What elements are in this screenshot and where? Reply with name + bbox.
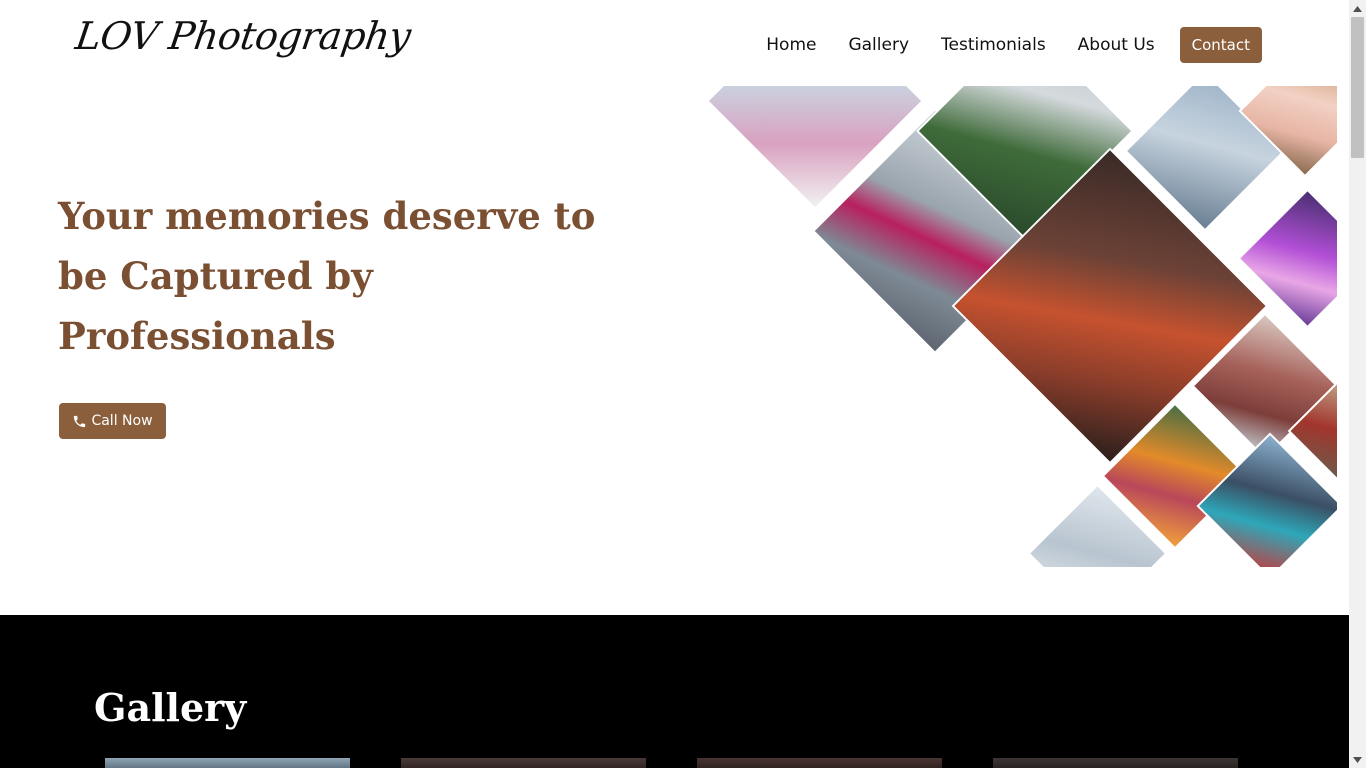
nav-gallery[interactable]: Gallery [848,23,909,67]
site-logo[interactable]: LOV Photography [73,14,413,58]
gallery-thumbnail[interactable] [993,758,1238,768]
gallery-title: Gallery [94,685,247,730]
nav-testimonials[interactable]: Testimonials [941,23,1046,67]
gallery-thumbnail[interactable] [697,758,942,768]
gallery-section: Gallery [0,615,1349,768]
call-now-label: Call Now [91,413,153,429]
photo-collage [700,86,1337,567]
gallery-thumbnail[interactable] [105,758,350,768]
phone-icon [74,415,86,427]
contact-button[interactable]: Contact [1179,27,1262,63]
call-now-button[interactable]: Call Now [59,403,166,439]
nav-home[interactable]: Home [766,23,816,67]
scrollbar-thumb[interactable] [1351,17,1364,158]
scroll-down-icon[interactable] [1349,751,1366,768]
nav-about-us[interactable]: About Us [1078,23,1155,67]
scroll-up-icon[interactable] [1349,0,1366,17]
page: LOV Photography Home Gallery Testimonial… [0,0,1349,768]
site-header: LOV Photography Home Gallery Testimonial… [0,0,1349,86]
page-scrollbar[interactable] [1349,0,1366,768]
main-nav: Home Gallery Testimonials About Us Conta… [734,23,1262,67]
hero-title: Your memories deserve to be Captured by … [58,194,596,358]
gallery-thumbnail[interactable] [401,758,646,768]
